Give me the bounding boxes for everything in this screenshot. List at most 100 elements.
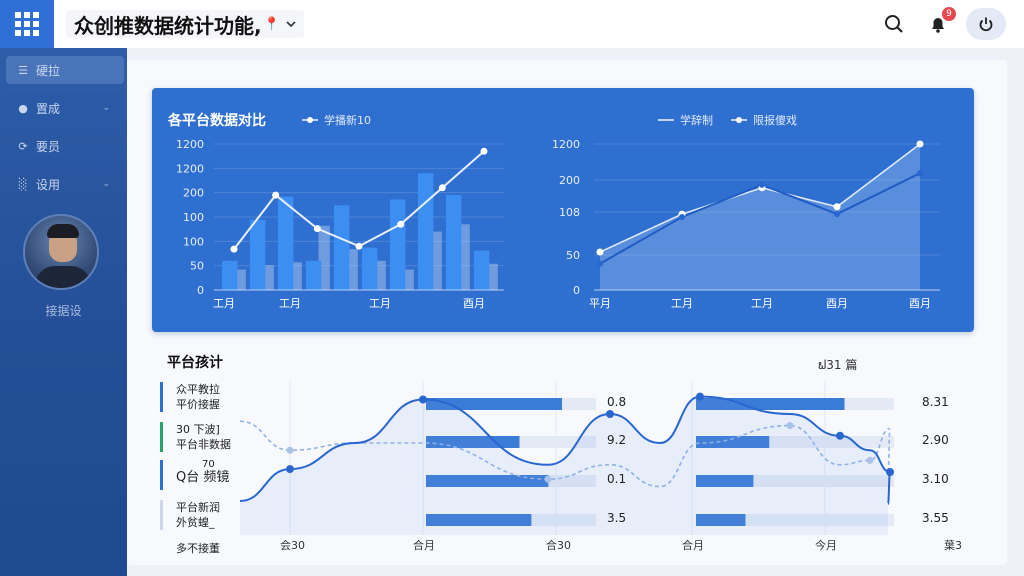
stat-value: 2.90: [922, 433, 949, 447]
line-point: [916, 140, 924, 148]
notification-badge: 9: [942, 7, 956, 21]
bar: [278, 196, 294, 290]
sidebar-item-label: 置成: [36, 101, 61, 116]
menu-icon: ☰: [18, 63, 28, 77]
stat-row-0[interactable]: 众平教拉 平价接握: [160, 382, 220, 412]
stat-row-2[interactable]: 70 Q台 频镜: [160, 460, 229, 490]
y-tick-label: 50: [566, 249, 580, 262]
x-tick-label: 工月: [213, 297, 235, 310]
footer-label: 多不接董: [176, 542, 220, 555]
x-tick-label: 工月: [279, 297, 301, 310]
x-tick-label: 合30: [546, 539, 571, 552]
x-tick-label: 会30: [280, 539, 305, 552]
line-point: [438, 184, 446, 192]
refresh-icon: ⟳: [18, 139, 28, 153]
app-title-selector[interactable]: 众创推数据统计功能, 📍: [66, 10, 304, 38]
sidebar-item-label: 要员: [36, 139, 61, 154]
line-point: [834, 211, 840, 218]
user-name: 接据设: [45, 304, 82, 318]
bar: [250, 219, 266, 290]
x-tick-label: 酉月: [463, 297, 485, 310]
bar: [306, 260, 322, 290]
y-tick-label: 1200: [176, 138, 204, 151]
line-point: [419, 395, 427, 404]
notifications-button[interactable]: 9: [926, 7, 956, 36]
line-point: [397, 220, 405, 228]
line-point: [696, 392, 704, 401]
y-tick-label: 100: [183, 235, 204, 248]
bar: [362, 247, 378, 290]
sidebar-item-0[interactable]: ☰ 硬拉: [6, 56, 124, 84]
stat-row-1[interactable]: 30 下波] 平台非数据: [160, 422, 231, 452]
power-button[interactable]: [966, 8, 1006, 40]
y-tick-label: 200: [183, 187, 204, 200]
stat-value: 0.8: [607, 395, 627, 409]
line-point: [286, 465, 294, 474]
sidebar-item-3[interactable]: ░ 设用 ⌄: [6, 170, 124, 198]
app-title: 众创推数据统计功能,: [74, 13, 262, 38]
chevron-down-icon: ⌄: [102, 103, 110, 113]
search-button[interactable]: [882, 12, 906, 36]
line-point: [786, 422, 794, 430]
y-tick-label: 0: [573, 284, 580, 297]
y-tick-label: 1200: [176, 162, 204, 175]
dot-icon: ●: [18, 101, 28, 115]
x-tick-label: 合月: [682, 539, 704, 552]
bar: [334, 205, 350, 290]
top-header: 众创推数据统计功能, 📍 9: [0, 0, 1024, 48]
legend-left: 学播新10: [302, 112, 389, 128]
grid-icon: [15, 12, 39, 36]
chevron-down-icon: [286, 21, 296, 28]
sidebar-item-label: 硬拉: [36, 63, 61, 78]
chevron-down-icon: ⌄: [102, 179, 110, 189]
line-point: [313, 225, 321, 233]
line-point: [480, 147, 488, 155]
stat-value: 8.31: [922, 395, 949, 409]
sidebar-item-label: 设用: [36, 177, 61, 192]
y-tick-label: 108: [559, 206, 580, 219]
x-tick-label: 葉3: [944, 539, 962, 552]
line-point: [679, 214, 685, 220]
x-tick-label: 合月: [413, 539, 435, 552]
x-tick-label: 工月: [751, 297, 773, 310]
x-tick-label: 酉月: [909, 297, 931, 310]
sidebar: ☰ 硬拉 ● 置成 ⌄ ⟳ 要员 ░ 设用 ⌄ 接据设: [0, 48, 127, 576]
legend-label: 学播新10: [324, 114, 371, 127]
x-tick-label: 酉月: [826, 297, 848, 310]
pin-icon: 📍: [263, 16, 280, 32]
comparison-panel: 各平台数据对比 学播新10 学辞制 限报傻戏 0 50 100 100 200 1200 1…: [152, 88, 974, 332]
stat-value: 9.2: [607, 433, 627, 447]
sidebar-item-2[interactable]: ⟳ 要员: [6, 132, 124, 160]
stat-value: 3.55: [922, 511, 949, 525]
avatar[interactable]: [23, 214, 99, 290]
bar: [390, 199, 406, 290]
x-tick-label: 工月: [671, 297, 693, 310]
line-point: [917, 170, 923, 177]
x-tick-label: 平月: [589, 297, 611, 310]
line-point: [286, 446, 294, 454]
bar-chart: 0 50 100 100 200 1200 1200 工月 工月 工月 酉月: [176, 138, 504, 310]
stat-row-3[interactable]: 平台新润 外贫蝗_: [160, 500, 220, 530]
x-tick-label: 今月: [815, 539, 837, 552]
area-fill: [600, 144, 920, 290]
area-chart: 0 50 108 200 1200 平月 工月 工月 酉月 酉月: [552, 138, 940, 310]
line-point: [596, 248, 604, 256]
app-menu-button[interactable]: [0, 0, 54, 48]
line-point: [886, 468, 894, 476]
line-point: [355, 242, 363, 250]
legend-label: 限报傻戏: [753, 114, 797, 127]
line-point: [597, 260, 603, 267]
legend-right: 学辞制 限报傻戏: [658, 112, 815, 128]
search-icon: [885, 15, 903, 33]
sidebar-item-1[interactable]: ● 置成 ⌄: [6, 94, 124, 122]
stat-value: 3.10: [922, 472, 949, 486]
y-tick-label: 50: [190, 260, 204, 273]
legend-label: 学辞制: [680, 114, 713, 127]
line-point: [272, 191, 280, 199]
bar: [222, 260, 238, 290]
x-tick-label: 工月: [369, 297, 391, 310]
y-tick-label: 200: [559, 174, 580, 187]
y-tick-label: 100: [183, 211, 204, 224]
y-tick-label: 0: [197, 284, 204, 297]
stats-title: 平台孩计: [167, 355, 223, 371]
